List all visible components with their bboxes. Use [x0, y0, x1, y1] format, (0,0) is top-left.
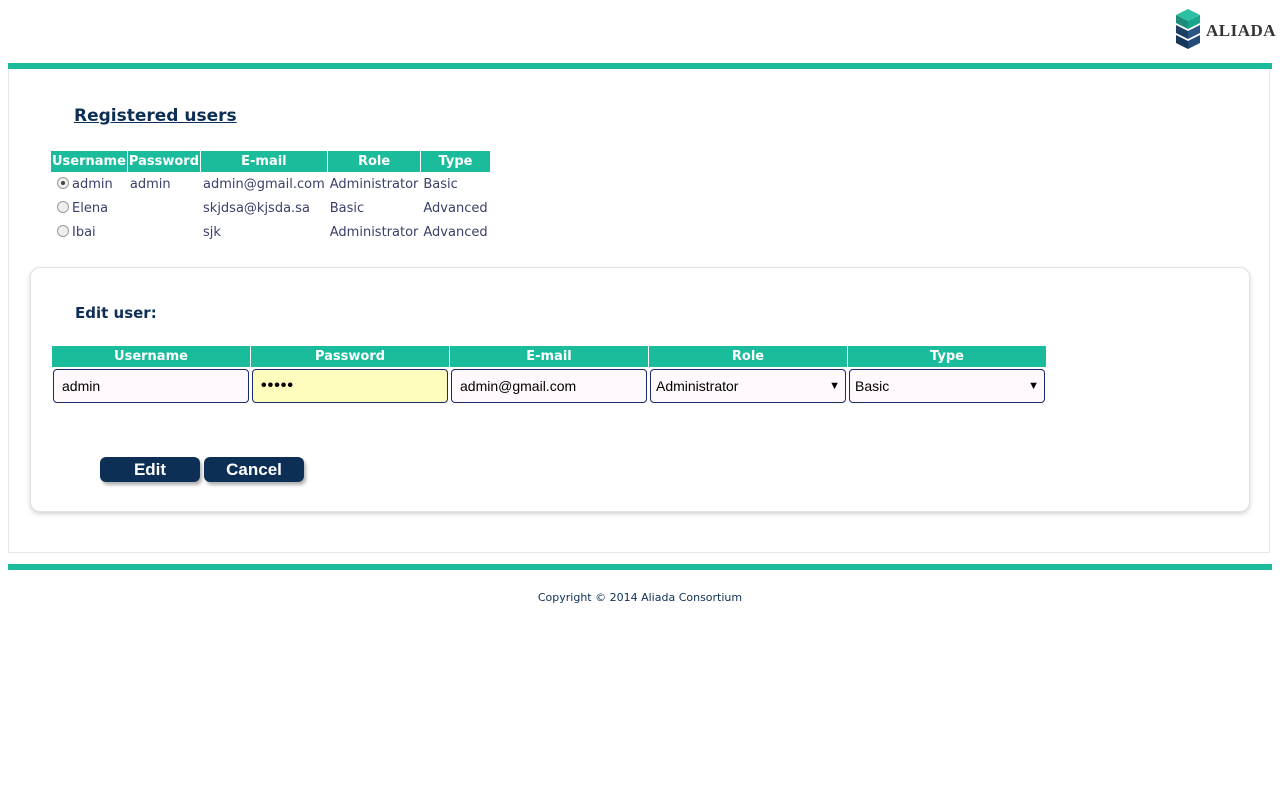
cell-username: Elena [72, 200, 109, 216]
table-row: admin admin admin@gmail.com Administrato… [51, 172, 490, 196]
chevron-down-icon: ▼ [829, 380, 840, 392]
edit-header-role: Role [649, 346, 847, 367]
cancel-button[interactable]: Cancel [204, 457, 304, 482]
table-row: Elena skjdsa@kjsda.sa Basic Advanced [51, 196, 490, 220]
cell-email: admin@gmail.com [203, 176, 325, 192]
cell-role: Administrator [329, 176, 419, 192]
footer-divider [8, 564, 1272, 570]
password-input[interactable]: ••••• [252, 369, 448, 403]
col-header-type: Type [421, 151, 490, 172]
page-title: Registered users [74, 106, 237, 126]
cell-type: Advanced [423, 224, 488, 240]
user-radio[interactable] [57, 224, 69, 237]
edit-user-form: Username Password E-mail Role Type admin… [51, 346, 1047, 403]
cell-username: admin [72, 176, 113, 192]
user-radio[interactable] [57, 200, 69, 213]
col-header-role: Role [327, 151, 421, 172]
copyright-text: Copyright © 2014 Aliada Consortium [537, 591, 743, 604]
username-value: admin [62, 378, 101, 394]
cell-type: Advanced [423, 200, 488, 216]
cell-username: Ibai [72, 224, 96, 240]
edit-button[interactable]: Edit [100, 457, 200, 482]
table-row: Ibai sjk Administrator Advanced [51, 220, 490, 244]
type-select[interactable]: Basic ▼ [849, 369, 1045, 403]
users-table: Username Password E-mail Role Type admin… [50, 151, 491, 244]
logo-text: ALIADA [1206, 21, 1277, 40]
password-value: ••••• [261, 377, 295, 394]
edit-header-username: Username [52, 346, 250, 367]
type-value: Basic [855, 378, 890, 394]
edit-header-email: E-mail [450, 346, 648, 367]
logo-stack-icon [1176, 9, 1200, 49]
col-header-email: E-mail [201, 151, 327, 172]
email-value: admin@gmail.com [460, 378, 577, 394]
cell-role: Administrator [329, 224, 419, 240]
col-header-password: Password [127, 151, 201, 172]
cell-role: Basic [329, 200, 365, 216]
cell-password [128, 220, 200, 244]
cell-password [128, 196, 200, 220]
edit-header-password: Password [251, 346, 449, 367]
cell-email: sjk [203, 224, 221, 240]
aliada-logo: ALIADA [1174, 9, 1276, 53]
role-value: Administrator [656, 378, 739, 394]
username-input[interactable]: admin [53, 369, 249, 403]
cell-type: Basic [423, 176, 458, 192]
chevron-down-icon: ▼ [1028, 380, 1039, 392]
user-radio[interactable] [57, 176, 69, 189]
role-select[interactable]: Administrator ▼ [650, 369, 846, 403]
col-header-username: Username [51, 151, 127, 172]
edit-header-type: Type [848, 346, 1046, 367]
cell-email: skjdsa@kjsda.sa [203, 200, 310, 216]
edit-user-title: Edit user: [75, 304, 157, 322]
email-input[interactable]: admin@gmail.com [451, 369, 647, 403]
cell-password: admin [129, 176, 171, 192]
